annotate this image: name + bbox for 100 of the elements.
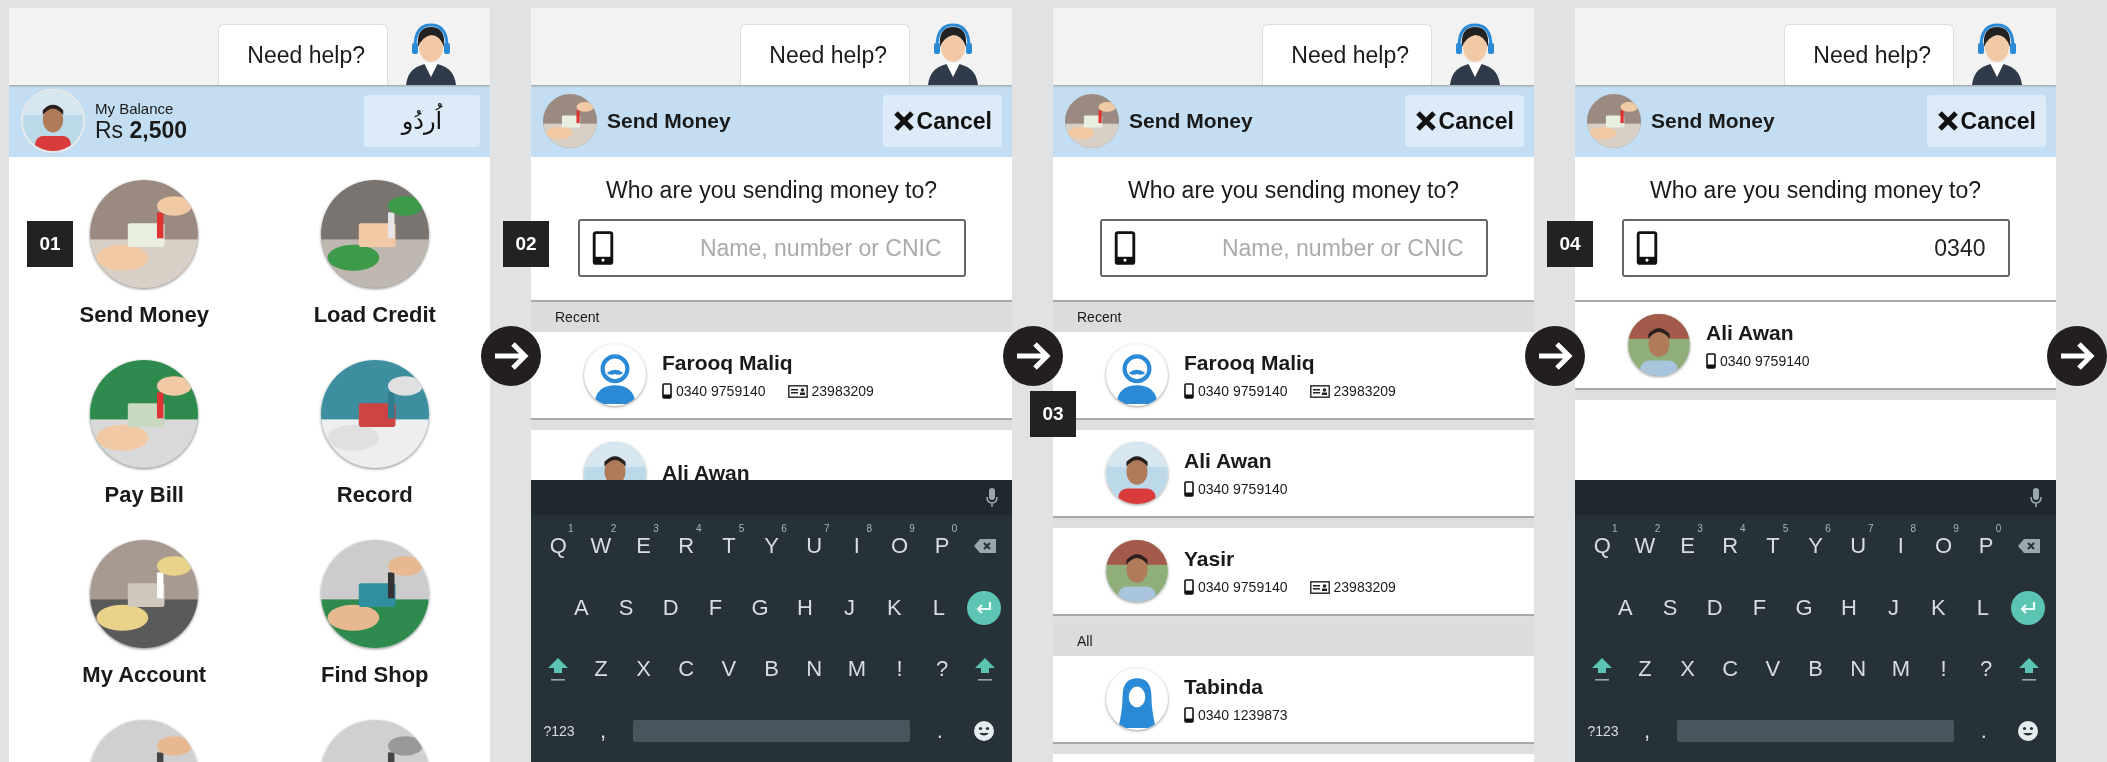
id-card-icon — [787, 384, 808, 398]
menu-tile[interactable]: Send Money — [79, 180, 210, 328]
keyboard-key[interactable]: F — [1737, 584, 1782, 631]
close-icon — [892, 110, 915, 132]
keyboard-key[interactable]: . — [917, 708, 962, 755]
keyboard-key[interactable]: M — [835, 646, 879, 693]
keyboard-key[interactable]: Y 6 — [1794, 522, 1837, 569]
keyboard-key[interactable]: , — [581, 708, 626, 755]
keyboard-key[interactable]: E 3 — [622, 522, 665, 569]
keyboard-key[interactable]: E 3 — [1666, 522, 1709, 569]
keyboard-key[interactable]: R 4 — [1708, 522, 1752, 569]
prompt-text: Who are you sending money to? — [1127, 177, 1460, 204]
keyboard-key[interactable]: O 9 — [1922, 522, 1965, 569]
keyboard-key[interactable]: L — [1960, 584, 2006, 631]
keyboard-key[interactable]: W 2 — [1623, 522, 1667, 569]
keyboard-key[interactable]: T 5 — [707, 522, 751, 569]
keyboard-key[interactable]: ?123 — [1581, 708, 1626, 755]
keyboard-key[interactable]: P 0 — [920, 522, 964, 569]
menu-tile[interactable]: My Account — [82, 540, 207, 688]
keyboard-key[interactable]: I 8 — [1879, 522, 1923, 569]
keyboard-key[interactable]: C — [664, 646, 708, 693]
keyboard-key[interactable]: ? — [920, 646, 964, 693]
keyboard-key[interactable]: A — [1603, 584, 1648, 631]
keyboard-key[interactable]: S — [1647, 584, 1693, 631]
key-hint: 9 — [1953, 522, 1959, 534]
keyboard-key[interactable]: R 4 — [664, 522, 708, 569]
menu-tile[interactable]: Record — [320, 360, 429, 508]
keyboard-key[interactable]: D — [1692, 584, 1738, 631]
balance-label: My Balance — [95, 100, 175, 116]
keyboard-key[interactable]: ?123 — [537, 708, 582, 755]
key-hint: 4 — [696, 522, 702, 534]
contact-name: Ali Awan — [662, 461, 750, 480]
keyboard-key[interactable]: N — [1836, 646, 1880, 693]
search-field[interactable]: Name, number or CNIC — [1099, 219, 1488, 277]
keyboard-key[interactable]: . — [1961, 708, 2006, 755]
keyboard-key[interactable]: X — [1666, 646, 1709, 693]
keyboard-key[interactable]: Z — [579, 646, 623, 693]
cancel-button[interactable]: Cancel — [1926, 95, 2046, 147]
keyboard-key[interactable]: Q 1 — [1581, 522, 1624, 569]
keyboard-key[interactable]: Q 1 — [537, 522, 580, 569]
keyboard-key[interactable]: W 2 — [579, 522, 623, 569]
keyboard-key[interactable]: Y 6 — [750, 522, 793, 569]
keyboard-key[interactable]: H — [1826, 584, 1872, 631]
keyboard-key[interactable]: A — [559, 584, 604, 631]
keyboard-key[interactable]: J — [1871, 584, 1916, 631]
keyboard-key[interactable]: F — [693, 584, 738, 631]
keyboard-key[interactable]: D — [648, 584, 694, 631]
keyboard-key[interactable]: G — [737, 584, 783, 631]
keyboard-key[interactable]: X — [622, 646, 665, 693]
keyboard-key[interactable]: V — [707, 646, 751, 693]
keyboard-key[interactable]: ! — [878, 646, 921, 693]
keyboard-key[interactable]: V — [1751, 646, 1795, 693]
step-badge: 03 — [1030, 391, 1076, 437]
search-field[interactable]: 0340 — [1621, 219, 2010, 277]
keyboard-key[interactable]: O 9 — [878, 522, 921, 569]
help-button[interactable]: Need help? — [740, 24, 910, 85]
keyboard-key[interactable]: P 0 — [1964, 522, 2008, 569]
keyboard-key[interactable]: T 5 — [1751, 522, 1795, 569]
keyboard-key[interactable]: S — [603, 584, 649, 631]
keyboard-key[interactable]: K — [1915, 584, 1961, 631]
keyboard-key[interactable]: U 7 — [1836, 522, 1880, 569]
keyboard-key[interactable]: B — [1794, 646, 1837, 693]
phone-icon — [1184, 707, 1194, 723]
cancel-button[interactable]: Cancel — [882, 95, 1002, 147]
cnic-number: 23983209 — [1333, 383, 1396, 399]
key-hint: 4 — [1740, 522, 1746, 534]
step-badge: 01 — [27, 221, 73, 267]
keyboard-key[interactable]: N — [792, 646, 836, 693]
help-button[interactable]: Need help? — [1784, 24, 1954, 85]
help-button[interactable]: Need help? — [1262, 24, 1432, 85]
keyboard-key[interactable]: I 8 — [835, 522, 879, 569]
microphone-icon[interactable] — [2030, 487, 2042, 508]
enter-icon — [2010, 590, 2045, 625]
menu-tile[interactable]: Find Shop — [320, 540, 429, 688]
phone-icon — [1635, 230, 1658, 266]
backspace-icon — [972, 537, 997, 554]
keyboard-key[interactable]: J — [827, 584, 872, 631]
keyboard-key[interactable]: , — [1625, 708, 1670, 755]
keyboard-key[interactable]: ? — [1964, 646, 2008, 693]
menu-tile[interactable]: Load Credit — [313, 180, 436, 328]
keyboard-key[interactable]: Z — [1623, 646, 1667, 693]
keyboard-key[interactable]: U 7 — [792, 522, 836, 569]
search-field[interactable]: Name, number or CNIC — [577, 219, 966, 277]
menu-tile[interactable]: Pay Bill — [90, 360, 199, 508]
microphone-icon[interactable] — [986, 487, 998, 508]
keyboard-key[interactable]: M — [1879, 646, 1923, 693]
enter-icon — [966, 590, 1001, 625]
keyboard-key[interactable]: G — [1781, 584, 1827, 631]
keyboard-key[interactable]: B — [750, 646, 793, 693]
keyboard-key[interactable]: ! — [1922, 646, 1965, 693]
keyboard-key[interactable]: C — [1708, 646, 1752, 693]
help-button[interactable]: Need help? — [218, 24, 388, 85]
language-button[interactable]: اُردُو — [364, 95, 480, 147]
keyboard-key[interactable]: K — [871, 584, 917, 631]
phone-icon — [1706, 353, 1716, 369]
prompt-text: Who are you sending money to? — [605, 177, 938, 204]
keyboard-key[interactable]: L — [916, 584, 962, 631]
key-hint: 7 — [1867, 522, 1874, 534]
keyboard-key[interactable]: H — [782, 584, 828, 631]
cancel-button[interactable]: Cancel — [1404, 95, 1524, 147]
